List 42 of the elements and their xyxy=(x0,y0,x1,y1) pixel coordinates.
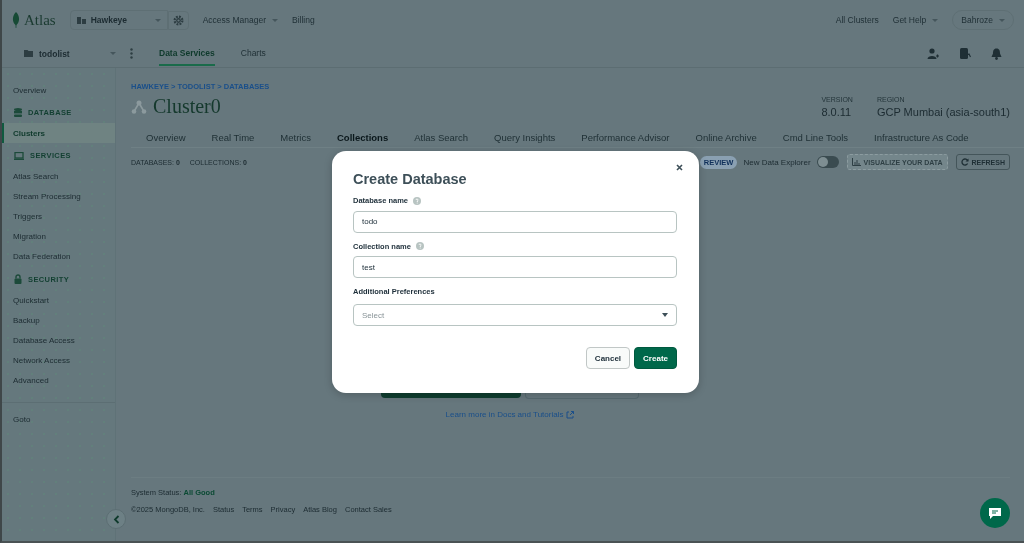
product-tab[interactable]: Charts xyxy=(240,41,266,66)
sidebar-item[interactable]: Migration xyxy=(2,226,115,246)
sidebar-item[interactable]: Quickstart xyxy=(2,290,115,310)
cluster-tab[interactable]: Cmd Line Tools xyxy=(782,132,849,143)
cluster-tab[interactable]: Infrastructure As Code xyxy=(874,132,969,143)
version-value: 8.0.11 xyxy=(821,106,853,118)
project-selector[interactable]: todolist xyxy=(24,48,116,59)
dialog-title: Create Database xyxy=(353,171,468,187)
cluster-tab[interactable]: Query Insights xyxy=(494,132,556,143)
sidebar-item[interactable]: Backup xyxy=(2,310,115,330)
nav-link[interactable]: Access Manager xyxy=(202,15,278,25)
cluster-tab[interactable]: Collections xyxy=(337,132,389,143)
sidebar-item[interactable]: Clusters xyxy=(2,123,115,143)
nav-link[interactable]: Billing xyxy=(292,15,315,25)
toggle-label: New Data Explorer xyxy=(743,157,811,167)
sidebar-item[interactable]: Data Federation xyxy=(2,246,115,266)
atlas-logo[interactable]: Atlas xyxy=(12,11,56,29)
cluster-name: Cluster0 xyxy=(153,95,221,118)
product-tab[interactable]: Data Services xyxy=(159,41,215,66)
cluster-tab[interactable]: Online Archive xyxy=(695,132,757,143)
select-field[interactable]: Select xyxy=(353,304,677,326)
cluster-tab[interactable]: Atlas Search xyxy=(414,132,469,143)
region-value: GCP Mumbai (asia-south1) xyxy=(876,106,1010,118)
text-field[interactable]: todo xyxy=(353,210,677,233)
sidebar-item[interactable]: Goto xyxy=(2,409,115,429)
sidebar-item[interactable]: Network Access xyxy=(2,350,115,370)
sidebar-item[interactable]: Database Access xyxy=(2,330,115,350)
sidebar-item[interactable]: Atlas Search xyxy=(2,166,115,186)
sidebar-item[interactable]: Overview xyxy=(2,80,115,100)
text-field[interactable]: test xyxy=(353,256,677,278)
docs-link[interactable]: Learn more in Docs and Tutorials xyxy=(445,410,575,419)
sidebar-item[interactable]: Triggers xyxy=(2,206,115,226)
cluster-tab[interactable]: Performance Advisor xyxy=(581,132,670,143)
sidebar-item[interactable]: Advanced xyxy=(2,370,115,390)
cluster-tab[interactable]: Real Time xyxy=(211,132,255,143)
cancel-button[interactable]: Cancel xyxy=(585,347,631,369)
cluster-tab[interactable]: Overview xyxy=(146,132,186,143)
cluster-tab[interactable]: Metrics xyxy=(280,132,311,143)
create-button[interactable]: Create xyxy=(634,347,677,369)
nav-link[interactable]: Get Help xyxy=(892,15,939,25)
organization-selector[interactable]: Hawkeye xyxy=(69,10,168,30)
sidebar-item[interactable]: Stream Processing xyxy=(2,186,115,206)
